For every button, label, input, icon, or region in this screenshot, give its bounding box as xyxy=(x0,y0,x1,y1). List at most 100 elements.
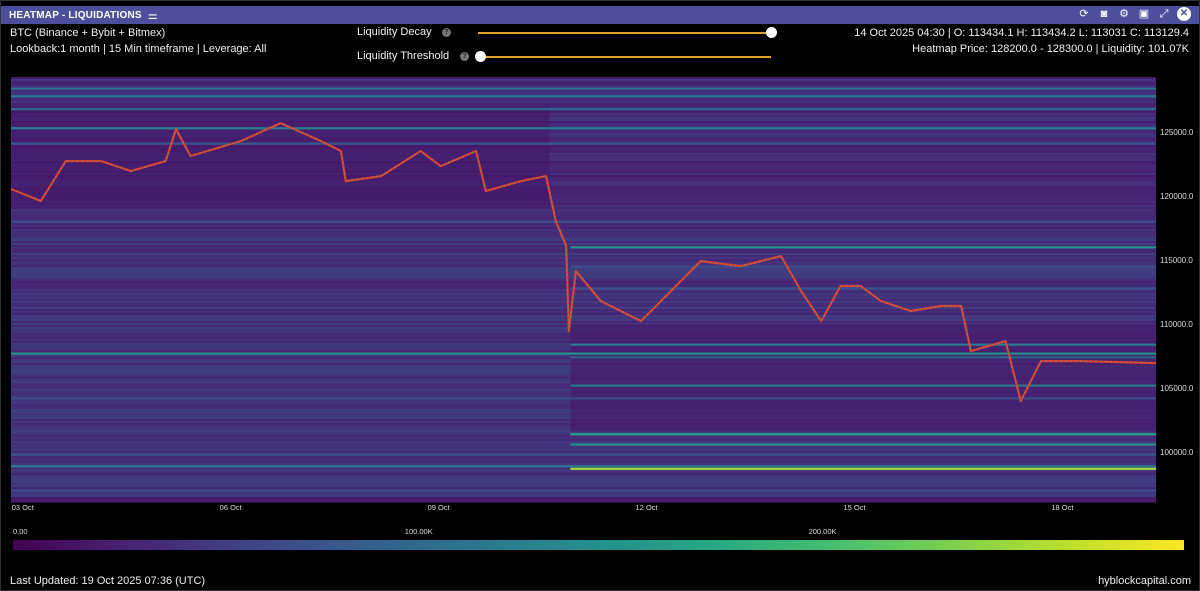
heatmap-cell-row xyxy=(11,447,1156,449)
heatmap-cell-row xyxy=(11,211,1156,213)
heatmap-cell-row xyxy=(11,275,1156,277)
heatmap-cell-row xyxy=(11,481,1156,483)
heatmap-cell-row xyxy=(11,85,1156,87)
heatmap-cell-row xyxy=(11,241,1156,243)
heatmap-cell-row xyxy=(11,91,1156,93)
heatmap-cell-row xyxy=(11,463,1156,465)
heatmap-cell-row xyxy=(11,449,1156,451)
x-tick-label: 06 Oct xyxy=(220,503,243,512)
heatmap-cell-row xyxy=(11,457,1156,459)
heatmap-cell-row xyxy=(11,297,1156,299)
y-tick-label: 100000.0 xyxy=(1160,448,1194,457)
heatmap-band xyxy=(570,356,1156,359)
heatmap-cell-row xyxy=(11,473,1156,475)
heatmap-cleared-zone xyxy=(11,106,550,209)
heatmap-cell-row xyxy=(11,299,1156,301)
heatmap-cell-row xyxy=(11,259,1156,261)
heatmap-cell-row xyxy=(11,301,1156,303)
heatmap-cell-row xyxy=(11,441,1156,443)
heatmap-cell-row xyxy=(11,483,1156,485)
heatmap-cell-row xyxy=(11,79,1156,81)
heatmap-cell-row xyxy=(11,451,1156,453)
heatmap-cell-row xyxy=(11,305,1156,307)
heatmap-cell-row xyxy=(11,233,1156,235)
y-tick-label: 120000.0 xyxy=(1160,192,1194,201)
heatmap-band xyxy=(570,265,1156,268)
heatmap-cell-row xyxy=(11,315,1156,317)
heatmap-band xyxy=(11,127,1156,130)
heatmap-cell-row xyxy=(11,273,1156,275)
heatmap-cell-row xyxy=(11,253,1156,255)
heatmap-cell-row xyxy=(11,285,1156,287)
heatmap-band xyxy=(11,397,1156,400)
heatmap-cell-row xyxy=(11,485,1156,487)
heatmap-cell-row xyxy=(11,77,1156,79)
heatmap-cell-row xyxy=(11,209,1156,211)
heatmap-cell-row xyxy=(11,227,1156,229)
heatmap-cell-row xyxy=(11,93,1156,95)
heatmap-cell-row xyxy=(11,103,1156,105)
heatmap-cell-row xyxy=(11,249,1156,251)
colorbar xyxy=(13,540,1184,550)
heatmap-cell-row xyxy=(11,283,1156,285)
heatmap-cell-row xyxy=(11,471,1156,473)
heatmap-band xyxy=(570,443,1156,446)
heatmap-cell-row xyxy=(11,495,1156,497)
heatmap-band xyxy=(11,465,1156,468)
heatmap-cell-row xyxy=(11,99,1156,101)
heatmap-band xyxy=(570,246,1156,249)
heatmap-band xyxy=(11,220,1156,223)
heatmap-cell-row xyxy=(11,319,1156,321)
heatmap-band xyxy=(570,467,1156,470)
x-tick-label: 03 Oct xyxy=(12,503,35,512)
heatmap-band xyxy=(570,384,1156,387)
heatmap-cell-row xyxy=(11,243,1156,245)
heatmap-cell-row xyxy=(11,101,1156,103)
colorbar-tick-label: 100.00K xyxy=(405,527,433,536)
heatmap-cell-row xyxy=(11,311,1156,313)
heatmap-cell-row xyxy=(11,257,1156,259)
heatmap-cell-row xyxy=(11,321,1156,323)
heatmap-band xyxy=(570,343,1156,346)
heatmap-band xyxy=(570,433,1156,436)
y-tick-label: 115000.0 xyxy=(1160,256,1193,265)
y-tick-label: 110000.0 xyxy=(1160,320,1193,329)
heatmap-cell-row xyxy=(11,291,1156,293)
heatmap-cell-row xyxy=(11,263,1156,265)
heatmap-cell-row xyxy=(11,477,1156,479)
heatmap-cell-row xyxy=(11,459,1156,461)
heatmap-band xyxy=(11,95,1156,98)
x-tick-label: 18 Oct xyxy=(1051,503,1074,512)
heatmap-cell-row xyxy=(11,225,1156,227)
heatmap-band xyxy=(11,87,1156,90)
heatmap-chart[interactable]: 125000.0 120000.0 115000.0 110000.0 105000.0… xyxy=(1,1,1200,561)
heatmap-cell-row xyxy=(11,437,1156,439)
heatmap-band xyxy=(11,352,1156,355)
x-tick-label: 15 Oct xyxy=(843,503,866,512)
heatmap-cell-row xyxy=(11,313,1156,315)
heatmap-cell-row xyxy=(11,217,1156,219)
heatmap-cell-row xyxy=(11,479,1156,481)
last-updated: Last Updated: 19 Oct 2025 07:36 (UTC) xyxy=(10,575,206,587)
heatmap-cell-row xyxy=(11,255,1156,257)
heatmap-cell-row xyxy=(11,237,1156,239)
heatmap-cell-row xyxy=(11,239,1156,241)
heatmap-cell-row xyxy=(11,309,1156,311)
heatmap-cell-row xyxy=(11,475,1156,477)
y-tick-label: 125000.0 xyxy=(1160,128,1194,137)
heatmap-cell-row xyxy=(11,439,1156,441)
heatmap-cell-row xyxy=(11,493,1156,495)
heatmap-cell-row xyxy=(11,501,1156,503)
heatmap-window: HEATMAP - LIQUIDATIONS ⚌ ⟳ ◙ ⚙ ▣ ⤢ ✕ BTC… xyxy=(0,0,1200,591)
brand-link[interactable]: hyblockcapital.com xyxy=(1098,575,1191,587)
heatmap-cell-row xyxy=(11,81,1156,83)
heatmap-cell-row xyxy=(11,83,1156,85)
heatmap-cell-row xyxy=(11,461,1156,463)
heatmap-band xyxy=(11,453,1156,456)
colorbar-tick-label: 0.00 xyxy=(13,527,28,536)
heatmap-cell-row xyxy=(11,215,1156,217)
heatmap-cell-row xyxy=(11,307,1156,309)
heatmap-cell-row xyxy=(11,271,1156,273)
x-tick-label: 09 Oct xyxy=(428,503,451,512)
heatmap-band xyxy=(11,489,1156,492)
